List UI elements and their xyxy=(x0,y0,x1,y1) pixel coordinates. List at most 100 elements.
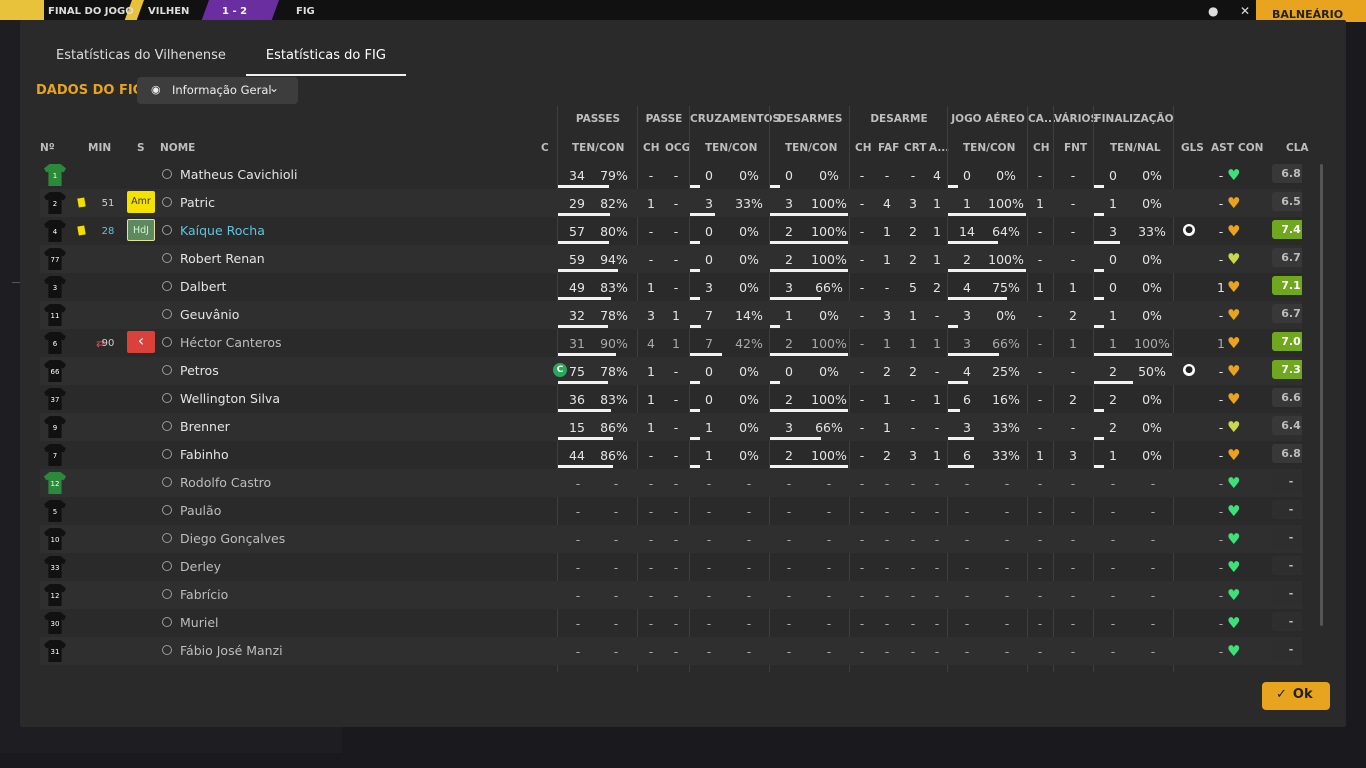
column-header[interactable]: FAF xyxy=(878,142,899,154)
table-row[interactable]: 12 Fabrício - - - - - - - - - - - - - - - - - - - ♥ - xyxy=(40,581,1302,609)
table-row[interactable]: 4 28 HdJ Kaíque Rocha 57 80% - -0 0% 2 100% -1 2 1 14 6… xyxy=(40,217,1302,245)
ok-button[interactable]: ✓ Ok xyxy=(1262,682,1330,710)
table-row[interactable]: 12 Rodolfo Castro - - - - - - - - - - - - - - - - - - - ♥ - xyxy=(40,469,1302,497)
table-row[interactable]: 31 Fábio José Manzi - - - - - - - - - - - - - - - - - - - ♥ - xyxy=(40,637,1302,665)
stat-cell: 15 xyxy=(569,420,585,435)
player-name[interactable]: Fabinho xyxy=(180,447,229,462)
table-row[interactable]: 2 51 Amr Patric 29 82% 1-3 33% 3 100% -4 3 1 1 100% 1-1… xyxy=(40,189,1302,217)
stat-cell: - xyxy=(648,588,654,603)
player-name[interactable]: Diego Gonçalves xyxy=(180,531,285,546)
table-row[interactable]: 37 Wellington Silva 36 83% 1-0 0% 2 100% -1-1 6 16… xyxy=(40,385,1302,413)
player-name[interactable]: Dalbert xyxy=(180,279,226,294)
table-row[interactable]: 1 Matheus Cavichioli 34 79% - - 0 0% 0 0% - - - 4 0 0% -… xyxy=(40,161,1302,189)
rating-badge: 6.7 xyxy=(1272,248,1302,267)
column-header[interactable]: GLS xyxy=(1181,142,1204,154)
player-name[interactable]: Fábio José Manzi xyxy=(180,643,283,658)
column-header[interactable]: C xyxy=(541,142,549,154)
column-header[interactable]: NOME xyxy=(160,142,195,154)
stat-cell: - xyxy=(1004,560,1010,575)
player-name[interactable]: Matheus Cavichioli xyxy=(180,167,298,182)
shirt-icon: 66 xyxy=(44,360,66,382)
table-row[interactable]: 9 Brenner 15 86% 1-1 0% 3 66% -1- -3 33% - -2 0% - ♥ 6.4 xyxy=(40,413,1302,441)
column-header[interactable]: CON xyxy=(1238,142,1263,154)
stat-cell: 49 xyxy=(569,280,585,295)
column-header[interactable]: TEN/CON xyxy=(705,142,757,154)
view-dropdown[interactable]: ◉ Informação Geral ⌄ xyxy=(137,77,298,104)
player-name[interactable]: Kaíque Rocha xyxy=(180,223,265,238)
people-icon[interactable]: ● xyxy=(1208,4,1218,18)
shirt-icon: 3 xyxy=(44,276,66,298)
table-row[interactable]: 66 Petros C 75 78% 1-0 0% 0 0% -2 2-4 25% - -2 50% ● - ♥ 7… xyxy=(40,357,1302,385)
stat-cell: 0% xyxy=(739,168,759,183)
table-row[interactable]: 10 Diego Gonçalves - - - - - - - - - - - - - - - - - - - ♥ - xyxy=(40,525,1302,553)
column-header[interactable]: CH xyxy=(643,142,660,154)
player-name[interactable]: Robert Renan xyxy=(180,251,265,266)
player-name[interactable]: Rodolfo Castro xyxy=(180,475,271,490)
tab-home-stats[interactable]: Estatísticas do Vilhenense xyxy=(36,44,246,76)
stat-cell: - xyxy=(964,560,970,575)
stat-cell: 3 xyxy=(909,196,917,211)
player-name[interactable]: Fabrício xyxy=(180,587,228,602)
stat-cell: - xyxy=(1037,588,1043,603)
stat-cell: 1 xyxy=(705,448,713,463)
close-icon[interactable]: ✕ xyxy=(1240,4,1250,18)
table-row[interactable]: 77 Robert Renan 59 94% - -0 0% 2 100% -1 2 1 2 100% - -… xyxy=(40,245,1302,273)
table-row[interactable]: 33 Derley - - - - - - - - - - - - - - - - - - - ♥ - xyxy=(40,553,1302,581)
condition-heart-icon: ♥ xyxy=(1227,334,1241,352)
percentage-bar xyxy=(770,185,780,188)
player-name[interactable]: Petros xyxy=(180,363,219,378)
column-header[interactable]: OCG xyxy=(665,142,690,154)
stat-cell: - xyxy=(859,476,865,491)
stat-cell: - xyxy=(673,364,679,379)
person-icon xyxy=(162,533,172,543)
player-name[interactable]: Brenner xyxy=(180,419,230,434)
stat-cell: - xyxy=(706,644,712,659)
column-header[interactable]: FNT xyxy=(1064,142,1087,154)
player-name[interactable]: Patric xyxy=(180,195,215,210)
tab-away-stats[interactable]: Estatísticas do FIG xyxy=(245,44,406,76)
stat-cell: 4 xyxy=(883,196,891,211)
table-row[interactable]: 6 ⇄ 90 ‹ Héctor Canteros 31 90% 4 1 7 42% 2 100% -1 1 1… xyxy=(40,329,1302,357)
stat-cell: 0% xyxy=(819,364,839,379)
stat-cell: - xyxy=(786,588,792,603)
table-row[interactable]: 3 Dalbert 49 83% 1-3 0% 3 66% - -5 2 4 75% 1 1 0 0% 1 ♥ 7.1 xyxy=(40,273,1302,301)
condition-heart-icon: ♥ xyxy=(1227,446,1241,464)
player-name[interactable]: Paulão xyxy=(180,503,221,518)
stat-cell: - xyxy=(859,308,865,323)
table-scrollbar[interactable] xyxy=(1320,164,1323,626)
column-header[interactable]: AST xyxy=(1211,142,1234,154)
player-name[interactable]: Derley xyxy=(180,559,221,574)
stat-cell: 0% xyxy=(1142,252,1162,267)
column-header[interactable]: TEN/CON xyxy=(572,142,624,154)
table-row[interactable]: 5 Paulão - - - - - - - - - - - - - - - - - - - ♥ - xyxy=(40,497,1302,525)
player-name[interactable]: Wellington Silva xyxy=(180,391,280,406)
stat-cell: 3 xyxy=(1069,448,1077,463)
column-header[interactable]: S xyxy=(137,142,145,154)
player-name[interactable]: Geuvânio xyxy=(180,307,239,322)
table-row[interactable]: 11 Geuvânio 32 78% 3 1 7 14% 1 0% -3 1-3 0% -2 1 0% - ♥ 6.… xyxy=(40,301,1302,329)
column-header[interactable]: TEN/CON xyxy=(785,142,837,154)
stat-cell: 31 xyxy=(569,336,585,351)
stat-cell: 3 xyxy=(909,448,917,463)
column-header[interactable]: TEN/CON xyxy=(963,142,1015,154)
table-row[interactable]: 30 Muriel - - - - - - - - - - - - - - - - - - - ♥ - xyxy=(40,609,1302,637)
stat-cell: - xyxy=(859,392,865,407)
player-name[interactable]: Muriel xyxy=(180,615,218,630)
column-header[interactable]: CLA xyxy=(1286,142,1309,154)
rating-badge: - xyxy=(1272,584,1302,603)
column-header[interactable]: CH xyxy=(1033,142,1050,154)
percentage-bar xyxy=(1094,465,1104,468)
player-name[interactable]: Héctor Canteros xyxy=(180,335,282,350)
stat-cell: 1 xyxy=(933,224,941,239)
column-header[interactable]: CRT xyxy=(904,142,926,154)
column-header[interactable]: TEN/NAL xyxy=(1110,142,1161,154)
stat-cell: 2 xyxy=(933,280,941,295)
stat-cell: - xyxy=(673,476,679,491)
table-row[interactable]: 7 Fabinho 44 86% - -1 0% 2 100% -2 3 1 6 33% 1 3 1 0% - ♥ 6.… xyxy=(40,441,1302,469)
stat-cell: - xyxy=(964,532,970,547)
column-header[interactable]: Nº xyxy=(40,142,55,154)
dressing-room-button[interactable]: BALNEÁRIO xyxy=(1256,0,1366,22)
column-header[interactable]: CH xyxy=(855,142,872,154)
column-header[interactable]: MIN xyxy=(88,142,111,154)
stat-cell: - xyxy=(1070,504,1076,519)
